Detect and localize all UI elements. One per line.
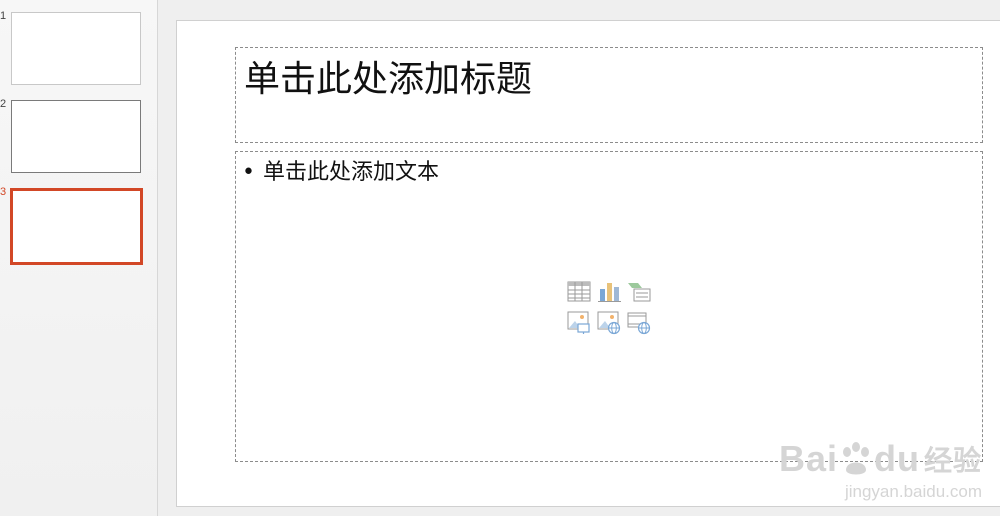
- content-bullet-line: • 单击此处添加文本: [242, 154, 439, 186]
- chart-icon[interactable]: [596, 279, 622, 305]
- slide-thumbnail-1[interactable]: [11, 12, 141, 85]
- slide-thumbnail-pane[interactable]: 1 2 3: [0, 0, 158, 516]
- online-picture-icon[interactable]: [596, 309, 622, 335]
- video-icon[interactable]: [626, 309, 652, 335]
- slide-editing-area: 单击此处添加标题 • 单击此处添加文本: [158, 0, 1000, 516]
- insert-content-icons: [566, 279, 654, 337]
- content-placeholder[interactable]: • 单击此处添加文本: [235, 151, 983, 462]
- title-placeholder-text: 单击此处添加标题: [244, 59, 533, 100]
- slide-thumbnail-3-selected[interactable]: [10, 188, 143, 265]
- slide-thumbnail-2[interactable]: [11, 100, 141, 173]
- table-icon[interactable]: [566, 279, 592, 305]
- powerpoint-editor: 1 2 3 单击此处添加标题 • 单击此处添加文本 Bai du 经验 jing…: [0, 0, 1000, 516]
- bullet-mark: •: [242, 160, 255, 185]
- slide-number-1: 1: [0, 10, 7, 22]
- content-placeholder-text: 单击此处添加文本: [262, 160, 439, 185]
- slide-number-2: 2: [0, 98, 7, 110]
- slide-canvas[interactable]: 单击此处添加标题 • 单击此处添加文本: [176, 20, 1000, 507]
- title-placeholder[interactable]: 单击此处添加标题: [235, 47, 983, 143]
- slide-number-3: 3: [0, 186, 7, 198]
- smartart-icon[interactable]: [626, 279, 652, 305]
- picture-icon[interactable]: [566, 309, 592, 335]
